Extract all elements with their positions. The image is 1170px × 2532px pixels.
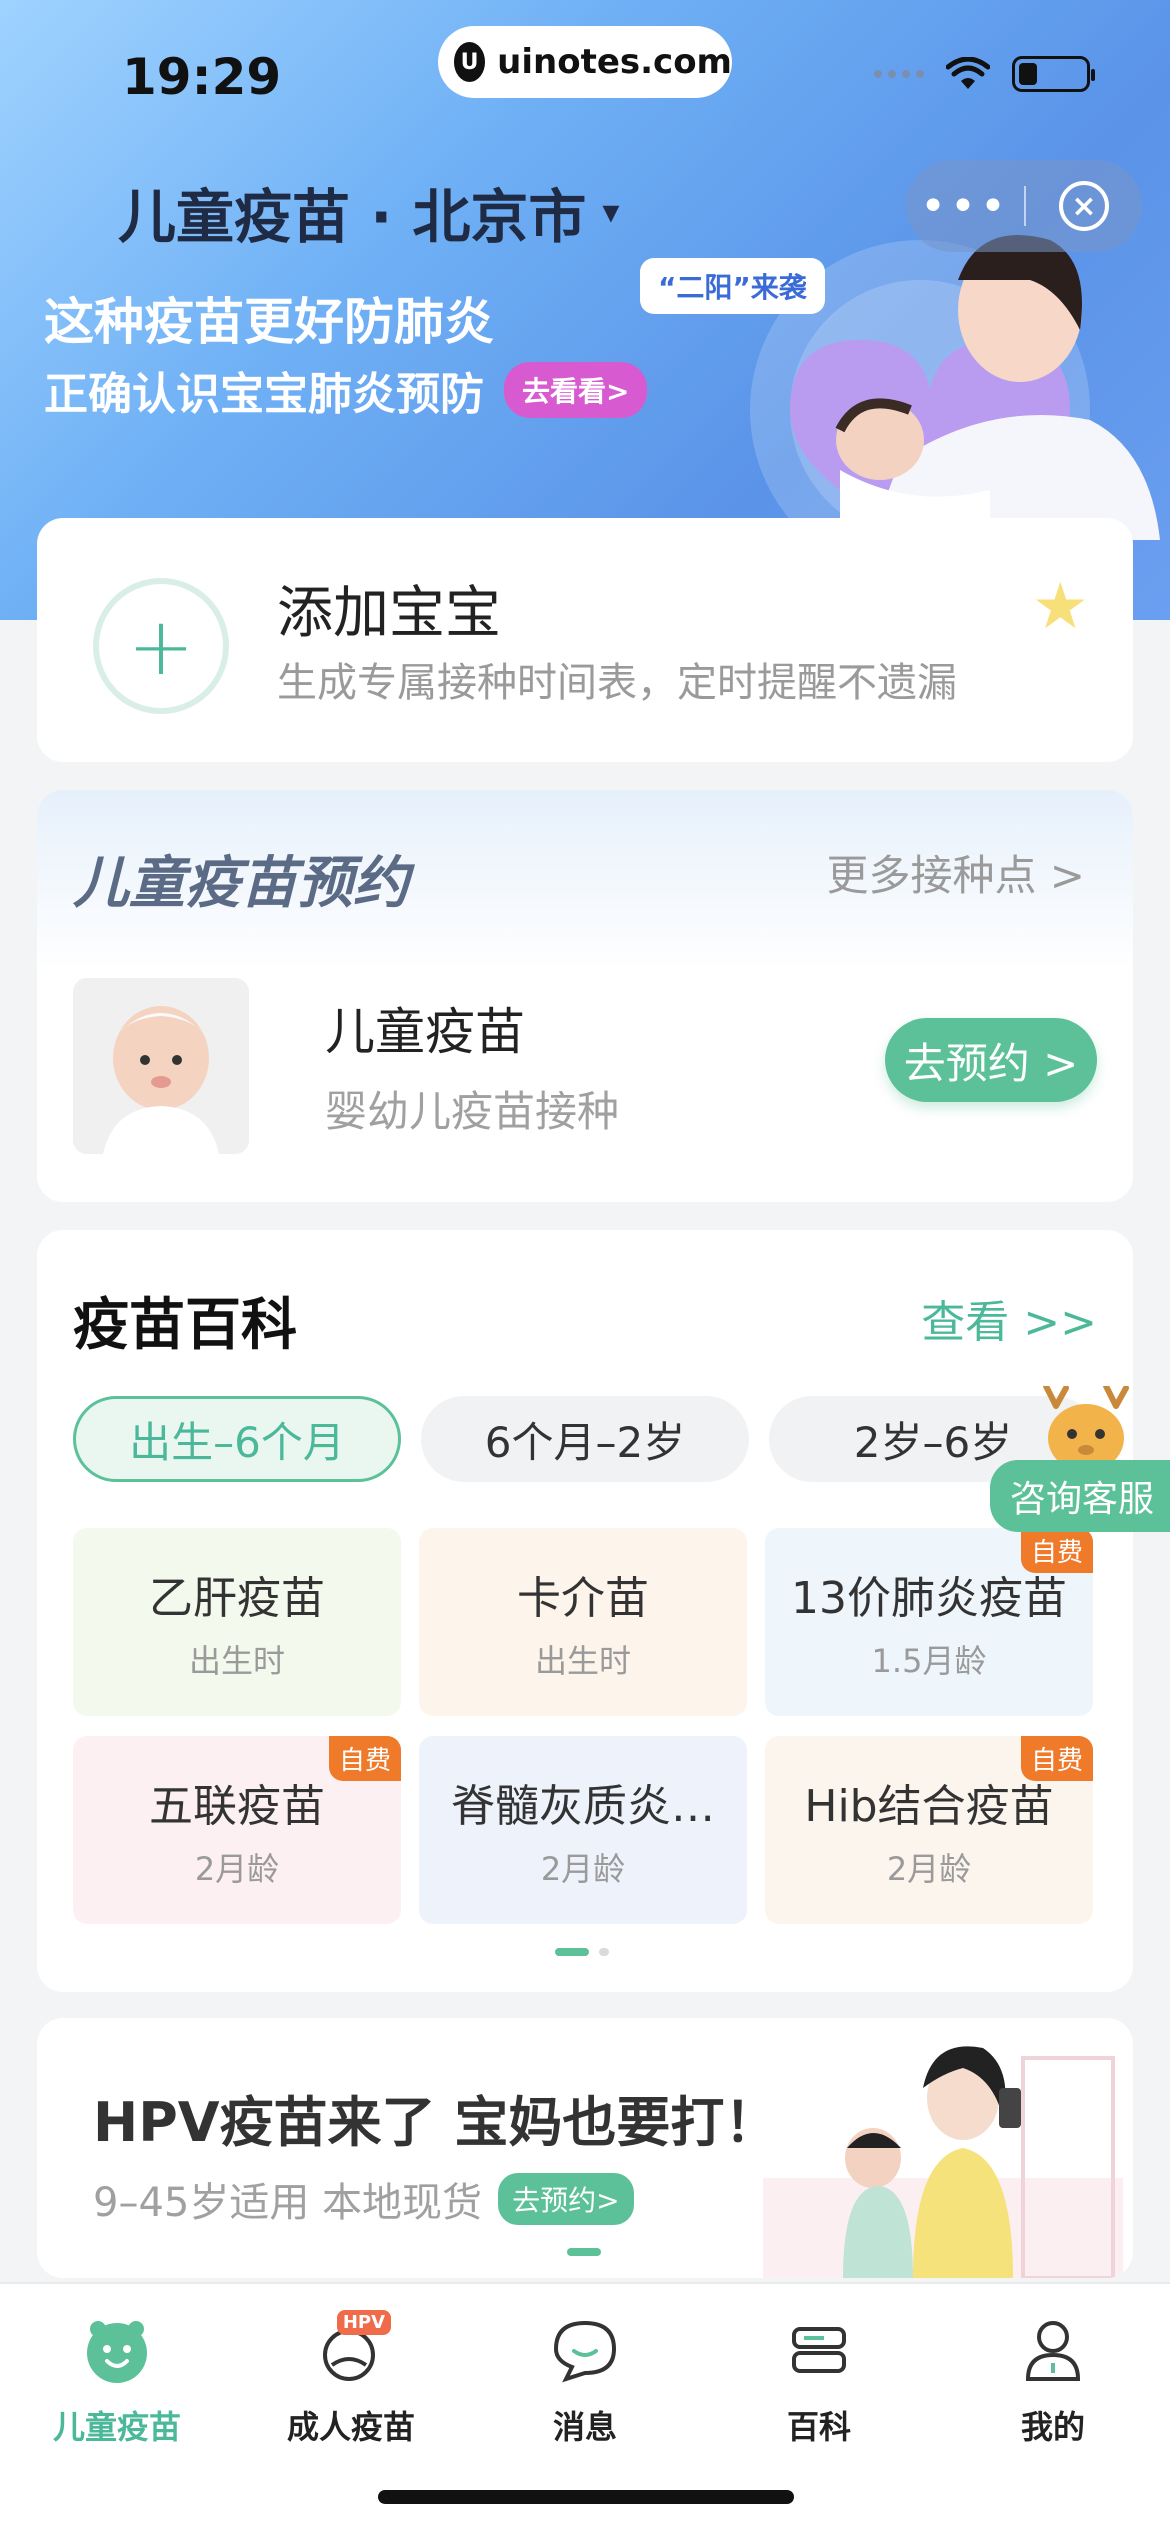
self-pay-badge: 自费 (328, 1736, 401, 1781)
customer-service-label: 咨询客服 (990, 1460, 1170, 1532)
status-time: 19:29 (122, 48, 282, 106)
hpv-banner[interactable]: HPV疫苗来了 宝妈也要打！ 9–45岁适用 本地现货 去预约> (37, 2018, 1133, 2278)
reservation-title: 儿童疫苗预约 (73, 851, 409, 916)
encyclopedia-icon (779, 2310, 859, 2390)
vaccine-item[interactable]: 自费 Hib结合疫苗 2月龄 (765, 1736, 1093, 1924)
nav-adult-vaccine[interactable]: HPV 成人疫苗 (261, 2310, 441, 2448)
home-indicator (378, 2490, 794, 2504)
more-sites-link[interactable]: 更多接种点 > (826, 842, 1085, 903)
banner-subtitle: 正确认识宝宝肺炎预防 (44, 369, 484, 420)
reservation-desc: 婴幼儿疫苗接种 (325, 1087, 620, 1136)
hpv-subtitle: 9–45岁适用 本地现货 (93, 2180, 483, 2226)
tab-birth-6m[interactable]: 出生–6个月 (73, 1396, 401, 1482)
adult-vaccine-icon: HPV (311, 2310, 391, 2390)
nav-message[interactable]: 消息 (495, 2310, 675, 2448)
vaccine-age: 1.5月龄 (871, 1642, 987, 1680)
banner-tag: “二阳”来袭 (640, 258, 825, 314)
child-vaccine-icon (77, 2310, 157, 2390)
banner-title: 这种疫苗更好防肺炎 (44, 293, 494, 351)
url-pill[interactable]: U uinotes.com (438, 26, 732, 98)
vaccine-grid: 乙肝疫苗 出生时 卡介苗 出生时 自费 13价肺炎疫苗 1.5月龄 自费 五联疫… (73, 1528, 1093, 1924)
nav-label: 成人疫苗 (286, 2408, 415, 2446)
vaccine-name: 五联疫苗 (149, 1781, 325, 1832)
vaccine-item[interactable]: 卡介苗 出生时 (419, 1528, 747, 1716)
hpv-subtitle-row: 9–45岁适用 本地现货 去预约> (93, 2170, 634, 2228)
vaccine-name: 卡介苗 (517, 1573, 649, 1624)
add-baby-subtitle: 生成专属接种时间表，定时提醒不遗漏 (277, 660, 957, 706)
region-label: 儿童疫苗 · 北京市 (118, 183, 587, 251)
nav-encyclopedia[interactable]: 百科 (729, 2310, 909, 2448)
uinotes-logo-icon: U (454, 42, 486, 82)
banner-cta-button[interactable]: 去看看> (504, 362, 648, 418)
region-selector[interactable]: 儿童疫苗 · 北京市 ▾ (118, 170, 620, 254)
self-pay-badge: 自费 (1020, 1736, 1093, 1781)
add-baby-plus-icon[interactable]: + (93, 578, 229, 714)
vaccine-item[interactable]: 自费 13价肺炎疫苗 1.5月龄 (765, 1528, 1093, 1716)
vaccine-age: 出生时 (534, 1642, 631, 1680)
reservation-header: 儿童疫苗预约 更多接种点 > (37, 790, 1133, 970)
nav-label: 我的 (1020, 2408, 1085, 2446)
url-text: uinotes.com (497, 42, 732, 82)
hpv-badge: HPV (336, 2310, 391, 2335)
close-button[interactable]: × (1026, 181, 1142, 231)
hpv-title: HPV疫苗来了 宝妈也要打！ (93, 2091, 779, 2154)
vaccine-wiki-card: 疫苗百科 查看 >> 出生–6个月 6个月–2岁 2岁–6岁 乙肝疫苗 出生时 … (37, 1230, 1133, 1992)
vaccine-age: 2月龄 (540, 1850, 626, 1888)
vaccine-item[interactable]: 脊髓灰质炎… 2月龄 (419, 1736, 747, 1924)
vaccine-age: 出生时 (188, 1642, 285, 1680)
vaccine-age: 2月龄 (886, 1850, 972, 1888)
vaccine-item[interactable]: 乙肝疫苗 出生时 (73, 1528, 401, 1716)
vaccine-item[interactable]: 自费 五联疫苗 2月龄 (73, 1736, 401, 1924)
reservation-card: 儿童疫苗预约 更多接种点 > 儿童疫苗 婴幼儿疫苗接种 去预约 > (37, 790, 1133, 1202)
nav-label: 儿童疫苗 (52, 2408, 181, 2446)
more-button[interactable]: ••• (906, 181, 1024, 232)
vaccine-name: 13价肺炎疫苗 (791, 1573, 1067, 1624)
wifi-icon (946, 57, 990, 89)
vaccine-name: Hib结合疫苗 (804, 1781, 1054, 1832)
status-icons (874, 56, 1095, 92)
book-button[interactable]: 去预约 > (885, 1018, 1097, 1102)
mini-program-capsule: ••• × (906, 160, 1142, 252)
baby-photo (73, 978, 249, 1154)
banner-subtitle-row: 正确认识宝宝肺炎预防 去看看> (44, 358, 648, 422)
age-tabs: 出生–6个月 6个月–2岁 2岁–6岁 (73, 1396, 1097, 1482)
hpv-book-button[interactable]: 去预约> (498, 2173, 634, 2225)
star-icon: ★ (1031, 570, 1089, 644)
self-pay-badge: 自费 (1020, 1528, 1093, 1573)
close-icon: × (1059, 181, 1109, 231)
reservation-item[interactable]: 儿童疫苗 婴幼儿疫苗接种 去预约 > (73, 978, 1097, 1154)
vaccine-age: 2月龄 (194, 1850, 280, 1888)
mom-baby-illustration (763, 2046, 1123, 2278)
hpv-pager (567, 2248, 601, 2256)
battery-icon (1012, 56, 1095, 92)
profile-icon (1013, 2310, 1093, 2390)
wiki-title: 疫苗百科 (73, 1293, 297, 1358)
nav-child-vaccine[interactable]: 儿童疫苗 (27, 2310, 207, 2448)
reservation-name: 儿童疫苗 (325, 1003, 525, 1061)
nav-label: 消息 (552, 2408, 617, 2446)
vaccine-name: 乙肝疫苗 (149, 1573, 325, 1624)
nav-label: 百科 (786, 2408, 851, 2446)
wiki-pager (555, 1948, 609, 1956)
add-baby-card[interactable]: + 添加宝宝 生成专属接种时间表，定时提醒不遗漏 ★ (37, 518, 1133, 762)
nav-profile[interactable]: 我的 (963, 2310, 1143, 2448)
caret-down-icon: ▾ (602, 192, 620, 232)
signal-icon (874, 70, 924, 78)
add-baby-title: 添加宝宝 (277, 581, 501, 646)
message-icon (545, 2310, 625, 2390)
wiki-view-more-link[interactable]: 查看 >> (921, 1286, 1097, 1350)
vaccine-name: 脊髓灰质炎… (451, 1781, 715, 1832)
tab-6m-2y[interactable]: 6个月–2岁 (421, 1396, 749, 1482)
customer-service-float[interactable]: 咨询客服 (990, 1386, 1170, 1532)
